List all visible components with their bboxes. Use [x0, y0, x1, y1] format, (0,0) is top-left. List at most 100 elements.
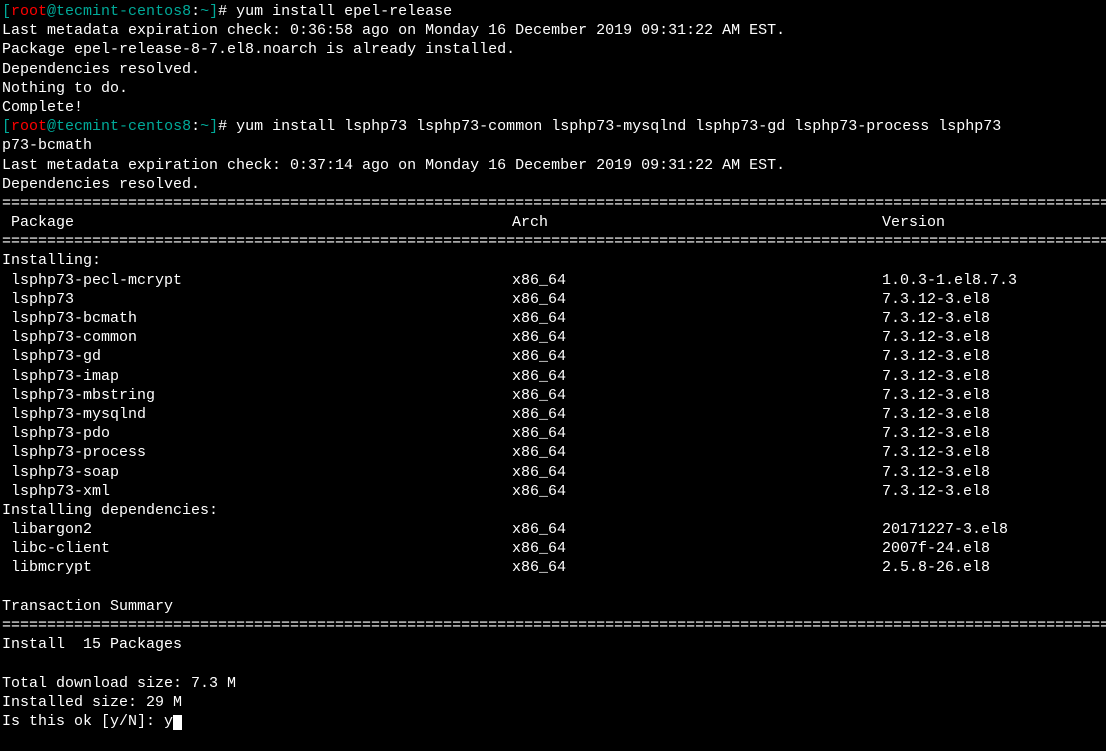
- separator-line: ========================================…: [2, 616, 1104, 635]
- table-row: lsphp73-imapx86_647.3.12-3.el8: [2, 367, 1104, 386]
- package-version: 7.3.12-3.el8: [882, 310, 990, 327]
- prompt-user: root: [11, 3, 47, 20]
- table-row: lsphp73-gdx86_647.3.12-3.el8: [2, 347, 1104, 366]
- installed-size: Installed size: 29 M: [2, 693, 1104, 712]
- table-row: lsphp73x86_647.3.12-3.el8: [2, 290, 1104, 309]
- prompt-hash: #: [218, 118, 227, 135]
- package-name: lsphp73-bcmath: [2, 309, 512, 328]
- package-name: libmcrypt: [2, 558, 512, 577]
- table-header: PackageArchVersion: [2, 213, 1104, 232]
- package-version: 7.3.12-3.el8: [882, 425, 990, 442]
- table-row: lsphp73-soapx86_647.3.12-3.el8: [2, 463, 1104, 482]
- package-arch: x86_64: [512, 367, 882, 386]
- bracket-close: ]: [209, 118, 218, 135]
- installing-label: Installing:: [2, 251, 1104, 270]
- package-name: lsphp73-pecl-mcrypt: [2, 271, 512, 290]
- table-row: lsphp73-xmlx86_647.3.12-3.el8: [2, 482, 1104, 501]
- package-arch: x86_64: [512, 424, 882, 443]
- package-name: libc-client: [2, 539, 512, 558]
- output-line: Last metadata expiration check: 0:37:14 …: [2, 156, 1104, 175]
- package-version: 1.0.3-1.el8.7.3: [882, 272, 1017, 289]
- header-package: Package: [2, 213, 512, 232]
- package-version: 2007f-24.el8: [882, 540, 990, 557]
- deps-list: libargon2x86_6420171227-3.el8 libc-clien…: [2, 520, 1104, 578]
- package-name: lsphp73-mysqlnd: [2, 405, 512, 424]
- packages-list: lsphp73-pecl-mcryptx86_641.0.3-1.el8.7.3…: [2, 271, 1104, 501]
- package-version: 7.3.12-3.el8: [882, 483, 990, 500]
- prompt-at: @: [47, 118, 56, 135]
- package-arch: x86_64: [512, 290, 882, 309]
- table-row: lsphp73-pecl-mcryptx86_641.0.3-1.el8.7.3: [2, 271, 1104, 290]
- package-version: 7.3.12-3.el8: [882, 348, 990, 365]
- package-name: libargon2: [2, 520, 512, 539]
- package-arch: x86_64: [512, 558, 882, 577]
- download-size: Total download size: 7.3 M: [2, 674, 1104, 693]
- package-arch: x86_64: [512, 271, 882, 290]
- cursor-icon: [173, 715, 182, 730]
- package-arch: x86_64: [512, 482, 882, 501]
- package-version: 7.3.12-3.el8: [882, 444, 990, 461]
- package-arch: x86_64: [512, 386, 882, 405]
- command-text: yum install epel-release: [227, 3, 452, 20]
- separator-line: ========================================…: [2, 194, 1104, 213]
- table-row: lsphp73-pdox86_647.3.12-3.el8: [2, 424, 1104, 443]
- package-arch: x86_64: [512, 347, 882, 366]
- package-version: 7.3.12-3.el8: [882, 329, 990, 346]
- header-version: Version: [882, 214, 945, 231]
- prompt-colon: :: [191, 3, 200, 20]
- prompt-line-2[interactable]: [root@tecmint-centos8:~]# yum install ls…: [2, 117, 1104, 136]
- prompt-line-1[interactable]: [root@tecmint-centos8:~]# yum install ep…: [2, 2, 1104, 21]
- package-arch: x86_64: [512, 328, 882, 347]
- table-row: libmcryptx86_642.5.8-26.el8: [2, 558, 1104, 577]
- package-version: 7.3.12-3.el8: [882, 368, 990, 385]
- prompt-hash: #: [218, 3, 227, 20]
- table-row: libc-clientx86_642007f-24.el8: [2, 539, 1104, 558]
- package-arch: x86_64: [512, 309, 882, 328]
- package-name: lsphp73-soap: [2, 463, 512, 482]
- package-name: lsphp73-imap: [2, 367, 512, 386]
- output-line: Dependencies resolved.: [2, 175, 1104, 194]
- prompt-host: tecmint-centos8: [56, 3, 191, 20]
- prompt-colon: :: [191, 118, 200, 135]
- package-arch: x86_64: [512, 520, 882, 539]
- prompt-at: @: [47, 3, 56, 20]
- package-name: lsphp73-xml: [2, 482, 512, 501]
- prompt-tilde: ~: [200, 118, 209, 135]
- table-row: libargon2x86_6420171227-3.el8: [2, 520, 1104, 539]
- package-version: 20171227-3.el8: [882, 521, 1008, 538]
- table-row: lsphp73-mbstringx86_647.3.12-3.el8: [2, 386, 1104, 405]
- package-name: lsphp73-gd: [2, 347, 512, 366]
- package-arch: x86_64: [512, 405, 882, 424]
- package-arch: x86_64: [512, 463, 882, 482]
- output-line: Dependencies resolved.: [2, 60, 1104, 79]
- command-text: yum install lsphp73 lsphp73-common lsphp…: [227, 118, 1001, 135]
- prompt-tilde: ~: [200, 3, 209, 20]
- package-version: 7.3.12-3.el8: [882, 291, 990, 308]
- installing-deps-label: Installing dependencies:: [2, 501, 1104, 520]
- output-line: Last metadata expiration check: 0:36:58 …: [2, 21, 1104, 40]
- output-line: Package epel-release-8-7.el8.noarch is a…: [2, 40, 1104, 59]
- package-version: 7.3.12-3.el8: [882, 464, 990, 481]
- package-version: 7.3.12-3.el8: [882, 387, 990, 404]
- blank-line: [2, 654, 1104, 673]
- package-version: 2.5.8-26.el8: [882, 559, 990, 576]
- table-row: lsphp73-bcmathx86_647.3.12-3.el8: [2, 309, 1104, 328]
- table-row: lsphp73-processx86_647.3.12-3.el8: [2, 443, 1104, 462]
- summary-label: Transaction Summary: [2, 597, 1104, 616]
- prompt-user: root: [11, 118, 47, 135]
- package-name: lsphp73-pdo: [2, 424, 512, 443]
- package-name: lsphp73-mbstring: [2, 386, 512, 405]
- output-line: Complete!: [2, 98, 1104, 117]
- bracket-open: [: [2, 3, 11, 20]
- bracket-close: ]: [209, 3, 218, 20]
- blank-line: [2, 578, 1104, 597]
- package-arch: x86_64: [512, 539, 882, 558]
- package-version: 7.3.12-3.el8: [882, 406, 990, 423]
- install-count: Install 15 Packages: [2, 635, 1104, 654]
- table-row: lsphp73-mysqlndx86_647.3.12-3.el8: [2, 405, 1104, 424]
- bracket-open: [: [2, 118, 11, 135]
- table-row: lsphp73-commonx86_647.3.12-3.el8: [2, 328, 1104, 347]
- terminal-output: [root@tecmint-centos8:~]# yum install ep…: [2, 2, 1104, 731]
- confirm-prompt[interactable]: Is this ok [y/N]: y: [2, 712, 1104, 731]
- header-arch: Arch: [512, 213, 882, 232]
